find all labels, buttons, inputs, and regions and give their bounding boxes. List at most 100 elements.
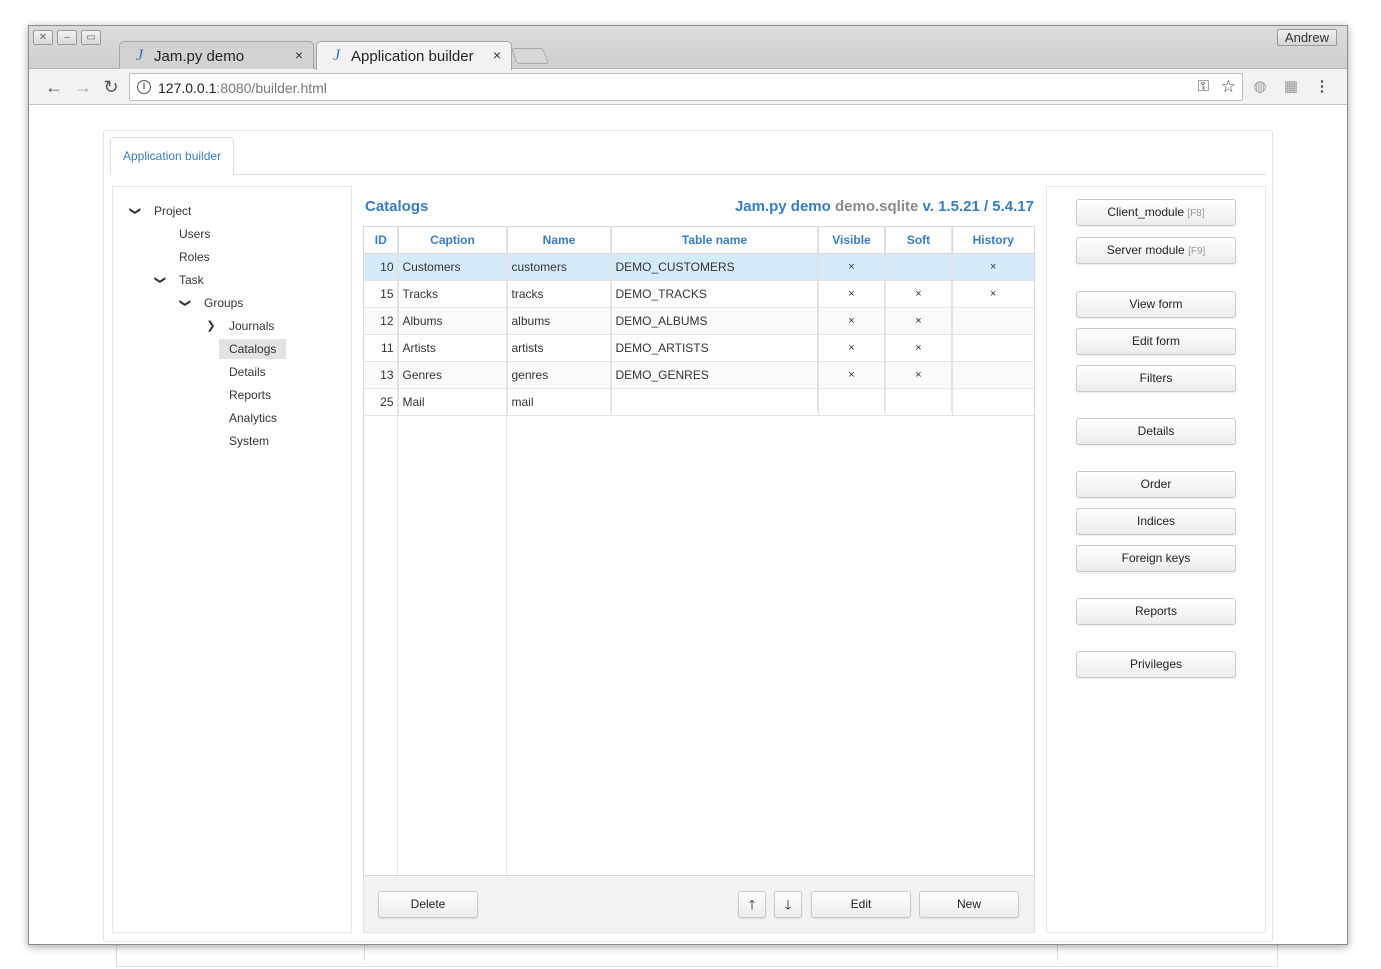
column-header-table-name[interactable]: Table name <box>611 227 819 254</box>
table-row[interactable]: 15 Tracks tracks DEMO_TRACKS × × × <box>364 280 1034 308</box>
tab-application-builder[interactable]: Application builder <box>110 137 235 175</box>
bookmark-star-icon[interactable]: ☆ <box>1221 77 1236 97</box>
column-header-history[interactable]: History <box>952 227 1034 254</box>
cell-id: 10 <box>364 253 399 281</box>
move-down-arrow-icon[interactable]: 🡓 <box>774 891 802 918</box>
tree-item-details[interactable]: Details <box>224 362 271 382</box>
edit-form-button[interactable]: Edit form <box>1076 328 1236 355</box>
tree-item-reports[interactable]: Reports <box>224 385 276 405</box>
cell-soft <box>885 388 953 416</box>
browser-tab-application-builder[interactable]: J Application builder × <box>316 41 512 70</box>
jam-favicon-icon: J <box>333 47 341 64</box>
cell-caption: Tracks <box>398 280 508 308</box>
shortcut-hint: [F9] <box>1188 246 1206 257</box>
cell-visible: × <box>818 361 886 389</box>
browser-tab-jam-demo[interactable]: J Jam.py demo × <box>119 41 314 70</box>
new-tab-button[interactable] <box>511 48 549 64</box>
cell-name: customers <box>507 253 612 281</box>
cell-soft: × <box>885 334 953 362</box>
details-button[interactable]: Details <box>1076 418 1236 445</box>
filters-button[interactable]: Filters <box>1076 365 1236 392</box>
cell-history <box>952 388 1034 416</box>
cell-soft: × <box>885 280 953 308</box>
privileges-button[interactable]: Privileges <box>1076 651 1236 678</box>
chevron-down-icon[interactable]: ❯ <box>175 297 195 309</box>
cell-table-name: DEMO_ALBUMS <box>611 307 819 335</box>
table-row[interactable]: 11 Artists artists DEMO_ARTISTS × × <box>364 334 1034 362</box>
back-arrow-icon[interactable]: ← <box>44 77 64 97</box>
cell-table-name: DEMO_CUSTOMERS <box>611 253 819 281</box>
globe-extension-icon[interactable]: ◍ <box>1251 78 1269 96</box>
tree-item-users[interactable]: Users <box>174 224 215 244</box>
delete-button[interactable]: Delete <box>378 891 478 918</box>
cell-visible: × <box>818 253 886 281</box>
browser-menu-icon[interactable]: ⋮ <box>1313 78 1331 96</box>
cell-table-name: DEMO_ARTISTS <box>611 334 819 362</box>
foreign-keys-button[interactable]: Foreign keys <box>1076 545 1236 572</box>
column-divider <box>884 227 885 412</box>
address-bar[interactable]: i 127.0.0.1:8080/builder.html ⚿ ☆ <box>129 73 1243 101</box>
window-controls: ✕ – ▭ <box>33 30 101 45</box>
window-minimize-icon[interactable]: – <box>57 30 77 45</box>
cell-name: genres <box>507 361 612 389</box>
tab-close-icon[interactable]: × <box>493 47 501 63</box>
cell-id: 15 <box>364 280 399 308</box>
tree-item-groups[interactable]: Groups <box>199 293 248 313</box>
tree-item-catalogs[interactable]: Catalogs <box>219 339 286 359</box>
chevron-down-icon[interactable]: ❯ <box>150 274 170 286</box>
chevron-down-icon[interactable]: ❯ <box>125 205 145 217</box>
table-row[interactable]: 13 Genres genres DEMO_GENRES × × <box>364 361 1034 389</box>
tree-item-analytics[interactable]: Analytics <box>224 408 282 428</box>
url-text[interactable]: 127.0.0.1:8080/builder.html <box>158 80 327 96</box>
column-header-id[interactable]: ID <box>364 227 399 254</box>
tree-item-project[interactable]: Project <box>149 201 196 221</box>
project-name: Jam.py demo <box>734 198 831 215</box>
table-row[interactable]: 10 Customers customers DEMO_CUSTOMERS × … <box>364 253 1034 281</box>
column-divider <box>951 227 952 412</box>
cell-name: albums <box>507 307 612 335</box>
cell-table-name: DEMO_GENRES <box>611 361 819 389</box>
column-header-name[interactable]: Name <box>507 227 612 254</box>
table-row[interactable]: 12 Albums albums DEMO_ALBUMS × × <box>364 307 1034 335</box>
tree-item-roles[interactable]: Roles <box>174 247 215 267</box>
reload-icon[interactable]: ↻ <box>101 77 121 97</box>
info-icon[interactable]: i <box>137 80 151 94</box>
cell-table-name: DEMO_TRACKS <box>611 280 819 308</box>
view-form-button[interactable]: View form <box>1076 291 1236 318</box>
server-module-button[interactable]: Server module [F9] <box>1076 237 1236 264</box>
chevron-right-icon[interactable]: ❯ <box>205 316 217 336</box>
button-label: Server module <box>1106 243 1185 257</box>
column-header-caption[interactable]: Caption <box>398 227 508 254</box>
cell-history: × <box>952 253 1034 281</box>
project-info: Jam.py demo demo.sqlite v. 1.5.21 / 5.4.… <box>735 198 1034 215</box>
move-up-arrow-icon[interactable]: 🡑 <box>738 891 766 918</box>
panel-title: Catalogs <box>365 198 429 215</box>
tree-item-journals[interactable]: Journals <box>224 316 279 336</box>
cell-name: artists <box>507 334 612 362</box>
tab-title: Jam.py demo <box>154 48 245 65</box>
column-header-soft[interactable]: Soft <box>885 227 953 254</box>
tree-item-task[interactable]: Task <box>174 270 209 290</box>
column-divider <box>506 227 507 875</box>
grid-extension-icon[interactable]: ▦ <box>1282 78 1300 96</box>
edit-button[interactable]: Edit <box>811 891 911 918</box>
forward-arrow-icon[interactable]: → <box>73 77 93 97</box>
tab-close-icon[interactable]: × <box>295 47 303 63</box>
window-close-icon[interactable]: ✕ <box>33 30 53 45</box>
profile-button[interactable]: Andrew <box>1276 29 1337 46</box>
tab-title: Application builder <box>351 48 474 65</box>
column-header-visible[interactable]: Visible <box>818 227 886 254</box>
background-window-edge <box>116 945 1278 967</box>
tree-item-system[interactable]: System <box>224 431 274 451</box>
key-icon[interactable]: ⚿ <box>1198 78 1209 95</box>
client-module-button[interactable]: Client_module [F8] <box>1076 199 1236 226</box>
url-path: :8080/builder.html <box>216 80 327 96</box>
column-divider <box>817 227 818 412</box>
reports-button[interactable]: Reports <box>1076 598 1236 625</box>
table-row[interactable]: 25 Mail mail <box>364 388 1034 416</box>
new-button[interactable]: New <box>919 891 1019 918</box>
order-button[interactable]: Order <box>1076 471 1236 498</box>
cell-name: tracks <box>507 280 612 308</box>
indices-button[interactable]: Indices <box>1076 508 1236 535</box>
window-maximize-icon[interactable]: ▭ <box>81 30 101 45</box>
